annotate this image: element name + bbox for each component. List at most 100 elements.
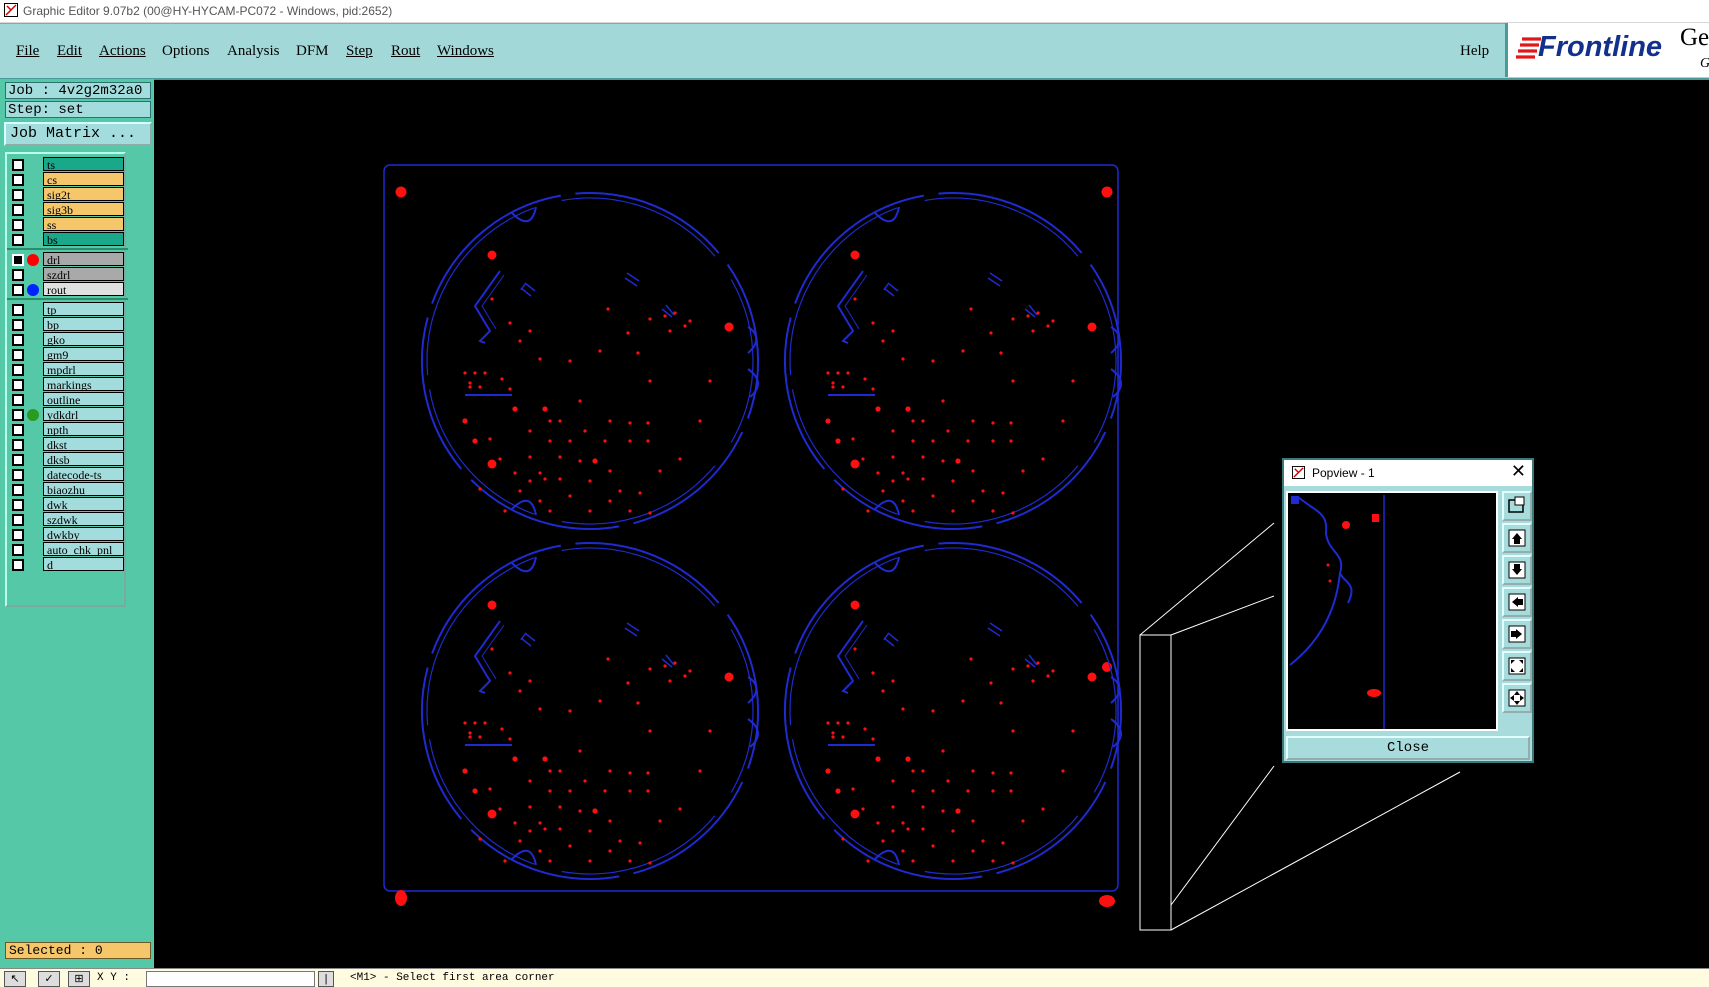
layer-name[interactable]: bs	[43, 232, 124, 246]
layer-row-dwkby[interactable]: dwkby	[7, 527, 128, 542]
layer-name[interactable]: drl	[43, 252, 124, 266]
layer-row-szdwk[interactable]: szdwk	[7, 512, 128, 527]
layer-checkbox[interactable]	[12, 364, 24, 376]
layer-name[interactable]: datecode-ts	[43, 467, 124, 481]
layer-name[interactable]: ts	[43, 157, 124, 171]
layer-row-sig3b[interactable]: sig3b	[7, 202, 128, 217]
layer-checkbox[interactable]	[12, 174, 24, 186]
layer-row-gm9[interactable]: gm9	[7, 347, 128, 362]
layer-row-npth[interactable]: npth	[7, 422, 128, 437]
layer-checkbox[interactable]	[12, 234, 24, 246]
menu-options[interactable]: Options	[162, 43, 210, 60]
layer-name[interactable]: gm9	[43, 347, 124, 361]
menu-edit[interactable]: Edit	[57, 43, 82, 60]
layer-checkbox[interactable]	[12, 529, 24, 541]
layer-name[interactable]: d	[43, 557, 124, 571]
popview-pan-up[interactable]	[1502, 523, 1532, 553]
layer-row-outline[interactable]: outline	[7, 392, 128, 407]
select-tool-icon[interactable]: ↖	[4, 971, 26, 987]
layer-checkbox[interactable]	[12, 219, 24, 231]
check-tool-icon[interactable]: ✓	[38, 971, 60, 987]
layer-name[interactable]: sig2t	[43, 187, 124, 201]
layer-name[interactable]: npth	[43, 422, 124, 436]
layer-name[interactable]: dkst	[43, 437, 124, 451]
popview-zoom-out[interactable]	[1502, 683, 1532, 713]
layer-checkbox[interactable]	[12, 269, 24, 281]
job-matrix-button[interactable]: Job Matrix ...	[4, 122, 152, 146]
layer-row-bp[interactable]: bp	[7, 317, 128, 332]
layer-checkbox[interactable]	[12, 204, 24, 216]
menu-rout[interactable]: Rout	[391, 43, 420, 60]
layer-name[interactable]: rout	[43, 282, 124, 296]
layer-name[interactable]: dksb	[43, 452, 124, 466]
menu-step[interactable]: Step	[346, 43, 373, 60]
layer-row-biaozhu[interactable]: biaozhu	[7, 482, 128, 497]
layer-name[interactable]: szdwk	[43, 512, 124, 526]
layer-checkbox[interactable]	[12, 394, 24, 406]
layer-name[interactable]: cs	[43, 172, 124, 186]
layer-checkbox[interactable]	[12, 454, 24, 466]
menu-actions[interactable]: Actions	[99, 43, 146, 60]
layer-checkbox[interactable]	[12, 334, 24, 346]
layer-row-dksb[interactable]: dksb	[7, 452, 128, 467]
layer-name[interactable]: gko	[43, 332, 124, 346]
layer-checkbox[interactable]	[12, 439, 24, 451]
menu-analysis[interactable]: Analysis	[227, 43, 280, 60]
menu-file[interactable]: File	[16, 43, 39, 60]
layer-checkbox[interactable]	[12, 254, 24, 266]
layer-name[interactable]: ydkdrl	[43, 407, 124, 421]
popview-titlebar[interactable]: Popview - 1 ✕	[1284, 460, 1532, 486]
layer-checkbox[interactable]	[12, 424, 24, 436]
layer-row-mpdrl[interactable]: mpdrl	[7, 362, 128, 377]
layer-row-dwk[interactable]: dwk	[7, 497, 128, 512]
layer-checkbox[interactable]	[12, 159, 24, 171]
layer-name[interactable]: auto_chk_pnl	[43, 542, 124, 556]
layer-checkbox[interactable]	[12, 379, 24, 391]
layer-name[interactable]: biaozhu	[43, 482, 124, 496]
popview-pan-left[interactable]	[1502, 587, 1532, 617]
layer-row-bs[interactable]: bs	[7, 232, 128, 247]
layer-checkbox[interactable]	[12, 484, 24, 496]
popview-pan-right[interactable]	[1502, 619, 1532, 649]
layer-name[interactable]: outline	[43, 392, 124, 406]
menu-windows[interactable]: Windows	[437, 43, 494, 60]
layer-row-markings[interactable]: markings	[7, 377, 128, 392]
layer-name[interactable]: dwkby	[43, 527, 124, 541]
close-icon[interactable]: ✕	[1511, 461, 1526, 482]
layer-checkbox[interactable]	[12, 189, 24, 201]
layer-checkbox[interactable]	[12, 284, 24, 296]
layer-checkbox[interactable]	[12, 544, 24, 556]
grid-tool-icon[interactable]: ⊞	[68, 971, 90, 987]
layer-checkbox[interactable]	[12, 559, 24, 571]
menu-dfm[interactable]: DFM	[296, 43, 329, 60]
snap-tool-icon[interactable]: |	[318, 971, 334, 987]
layer-name[interactable]: sig3b	[43, 202, 124, 216]
layer-name[interactable]: dwk	[43, 497, 124, 511]
layer-row-rout[interactable]: rout	[7, 282, 128, 297]
layer-name[interactable]: markings	[43, 377, 124, 391]
layer-row-sig2t[interactable]: sig2t	[7, 187, 128, 202]
layer-checkbox[interactable]	[12, 319, 24, 331]
layer-row-gko[interactable]: gko	[7, 332, 128, 347]
layer-row-ydkdrl[interactable]: ydkdrl	[7, 407, 128, 422]
layer-checkbox[interactable]	[12, 409, 24, 421]
popview-zoom-in[interactable]	[1502, 651, 1532, 681]
layer-row-ss[interactable]: ss	[7, 217, 128, 232]
popview-canvas[interactable]	[1286, 491, 1498, 731]
layer-checkbox[interactable]	[12, 304, 24, 316]
menu-help[interactable]: Help	[1460, 43, 1489, 60]
layer-name[interactable]: szdrl	[43, 267, 124, 281]
popview-zoom-tool[interactable]	[1502, 491, 1532, 521]
layer-row-cs[interactable]: cs	[7, 172, 128, 187]
layer-row-auto_chk_pnl[interactable]: auto_chk_pnl	[7, 542, 128, 557]
layer-row-ts[interactable]: ts	[7, 157, 128, 172]
layer-name[interactable]: mpdrl	[43, 362, 124, 376]
layer-checkbox[interactable]	[12, 499, 24, 511]
layer-checkbox[interactable]	[12, 514, 24, 526]
layer-name[interactable]: tp	[43, 302, 124, 316]
layer-name[interactable]: ss	[43, 217, 124, 231]
layer-row-dkst[interactable]: dkst	[7, 437, 128, 452]
xy-input[interactable]	[146, 971, 315, 987]
layer-row-datecode-ts[interactable]: datecode-ts	[7, 467, 128, 482]
layer-name[interactable]: bp	[43, 317, 124, 331]
